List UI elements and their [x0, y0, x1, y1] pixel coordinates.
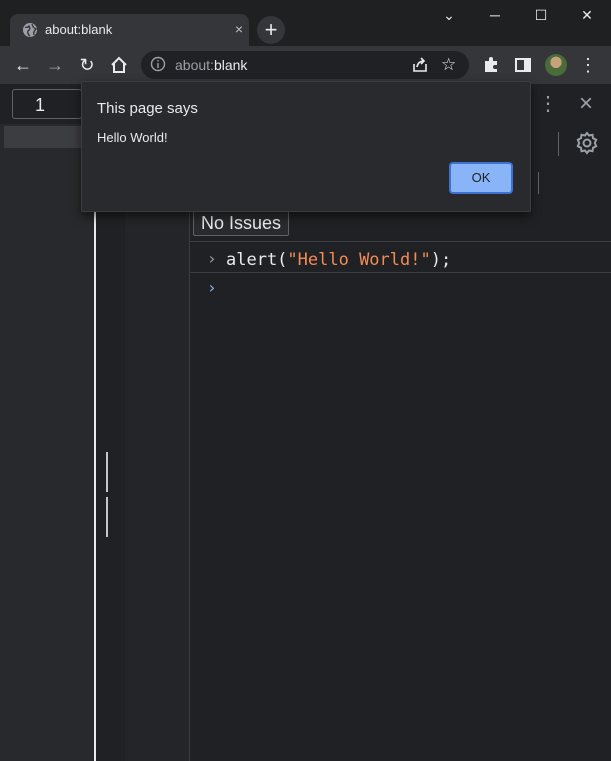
new-tab-button[interactable]: + — [257, 16, 285, 44]
console-divider — [190, 241, 611, 242]
bookmark-star-icon[interactable]: ☆ — [441, 55, 456, 75]
console-input-chevron-icon: › — [207, 249, 217, 268]
maximize-button[interactable]: ☐ — [518, 0, 564, 30]
tab-title: about:blank — [45, 22, 113, 37]
dialog-title: This page says — [97, 100, 198, 117]
profile-avatar[interactable] — [545, 54, 567, 76]
extensions-button[interactable] — [480, 54, 502, 76]
site-info-icon[interactable] — [150, 56, 166, 72]
address-bar[interactable]: about:blank ☆ — [141, 51, 469, 79]
alert-dialog: This page says Hello World! OK — [81, 81, 531, 212]
resize-handle[interactable] — [106, 452, 115, 537]
minimize-button[interactable]: ─ — [472, 0, 518, 30]
issues-button[interactable]: No Issues — [193, 210, 290, 236]
toolbar-separator — [558, 132, 559, 156]
settings-gear-icon[interactable] — [574, 130, 600, 156]
close-window-button[interactable]: ✕ — [564, 0, 610, 30]
tab-about-blank[interactable]: about:blank × — [10, 14, 249, 46]
url-text: about:blank — [175, 57, 248, 73]
forward-button[interactable]: → — [44, 54, 66, 76]
home-button[interactable] — [108, 54, 130, 76]
side-panel-icon — [515, 58, 531, 72]
console-command: alert("Hello World!"); — [226, 250, 452, 270]
panel-header-strip — [4, 126, 90, 148]
home-icon — [111, 56, 127, 73]
dialog-message: Hello World! — [97, 130, 168, 145]
devtools-side-panel — [125, 124, 189, 761]
devtools-more-icon[interactable]: ⋮ — [538, 92, 558, 116]
console-prompt-chevron-icon[interactable]: › — [207, 278, 217, 297]
tab-search-icon[interactable]: ⌄ — [426, 0, 472, 30]
back-button[interactable]: ← — [12, 54, 34, 76]
string-literal: "Hello World!" — [287, 250, 431, 270]
side-panel-button[interactable] — [512, 54, 534, 76]
devtools-gutter-panel — [96, 124, 125, 761]
tab-close-icon[interactable]: × — [230, 20, 248, 38]
devtools-close-icon[interactable]: × — [574, 90, 598, 118]
share-icon[interactable] — [411, 56, 429, 74]
reload-button[interactable]: ↻ — [76, 54, 98, 76]
devtools-left-panel — [0, 124, 95, 761]
toolbar-separator — [538, 172, 539, 194]
line-number-input[interactable]: 1 — [12, 89, 82, 119]
globe-icon — [23, 23, 38, 37]
ok-button[interactable]: OK — [449, 162, 513, 194]
menu-button[interactable]: ⋮ — [577, 54, 599, 76]
puzzle-icon — [485, 57, 497, 72]
console-divider — [190, 272, 611, 273]
